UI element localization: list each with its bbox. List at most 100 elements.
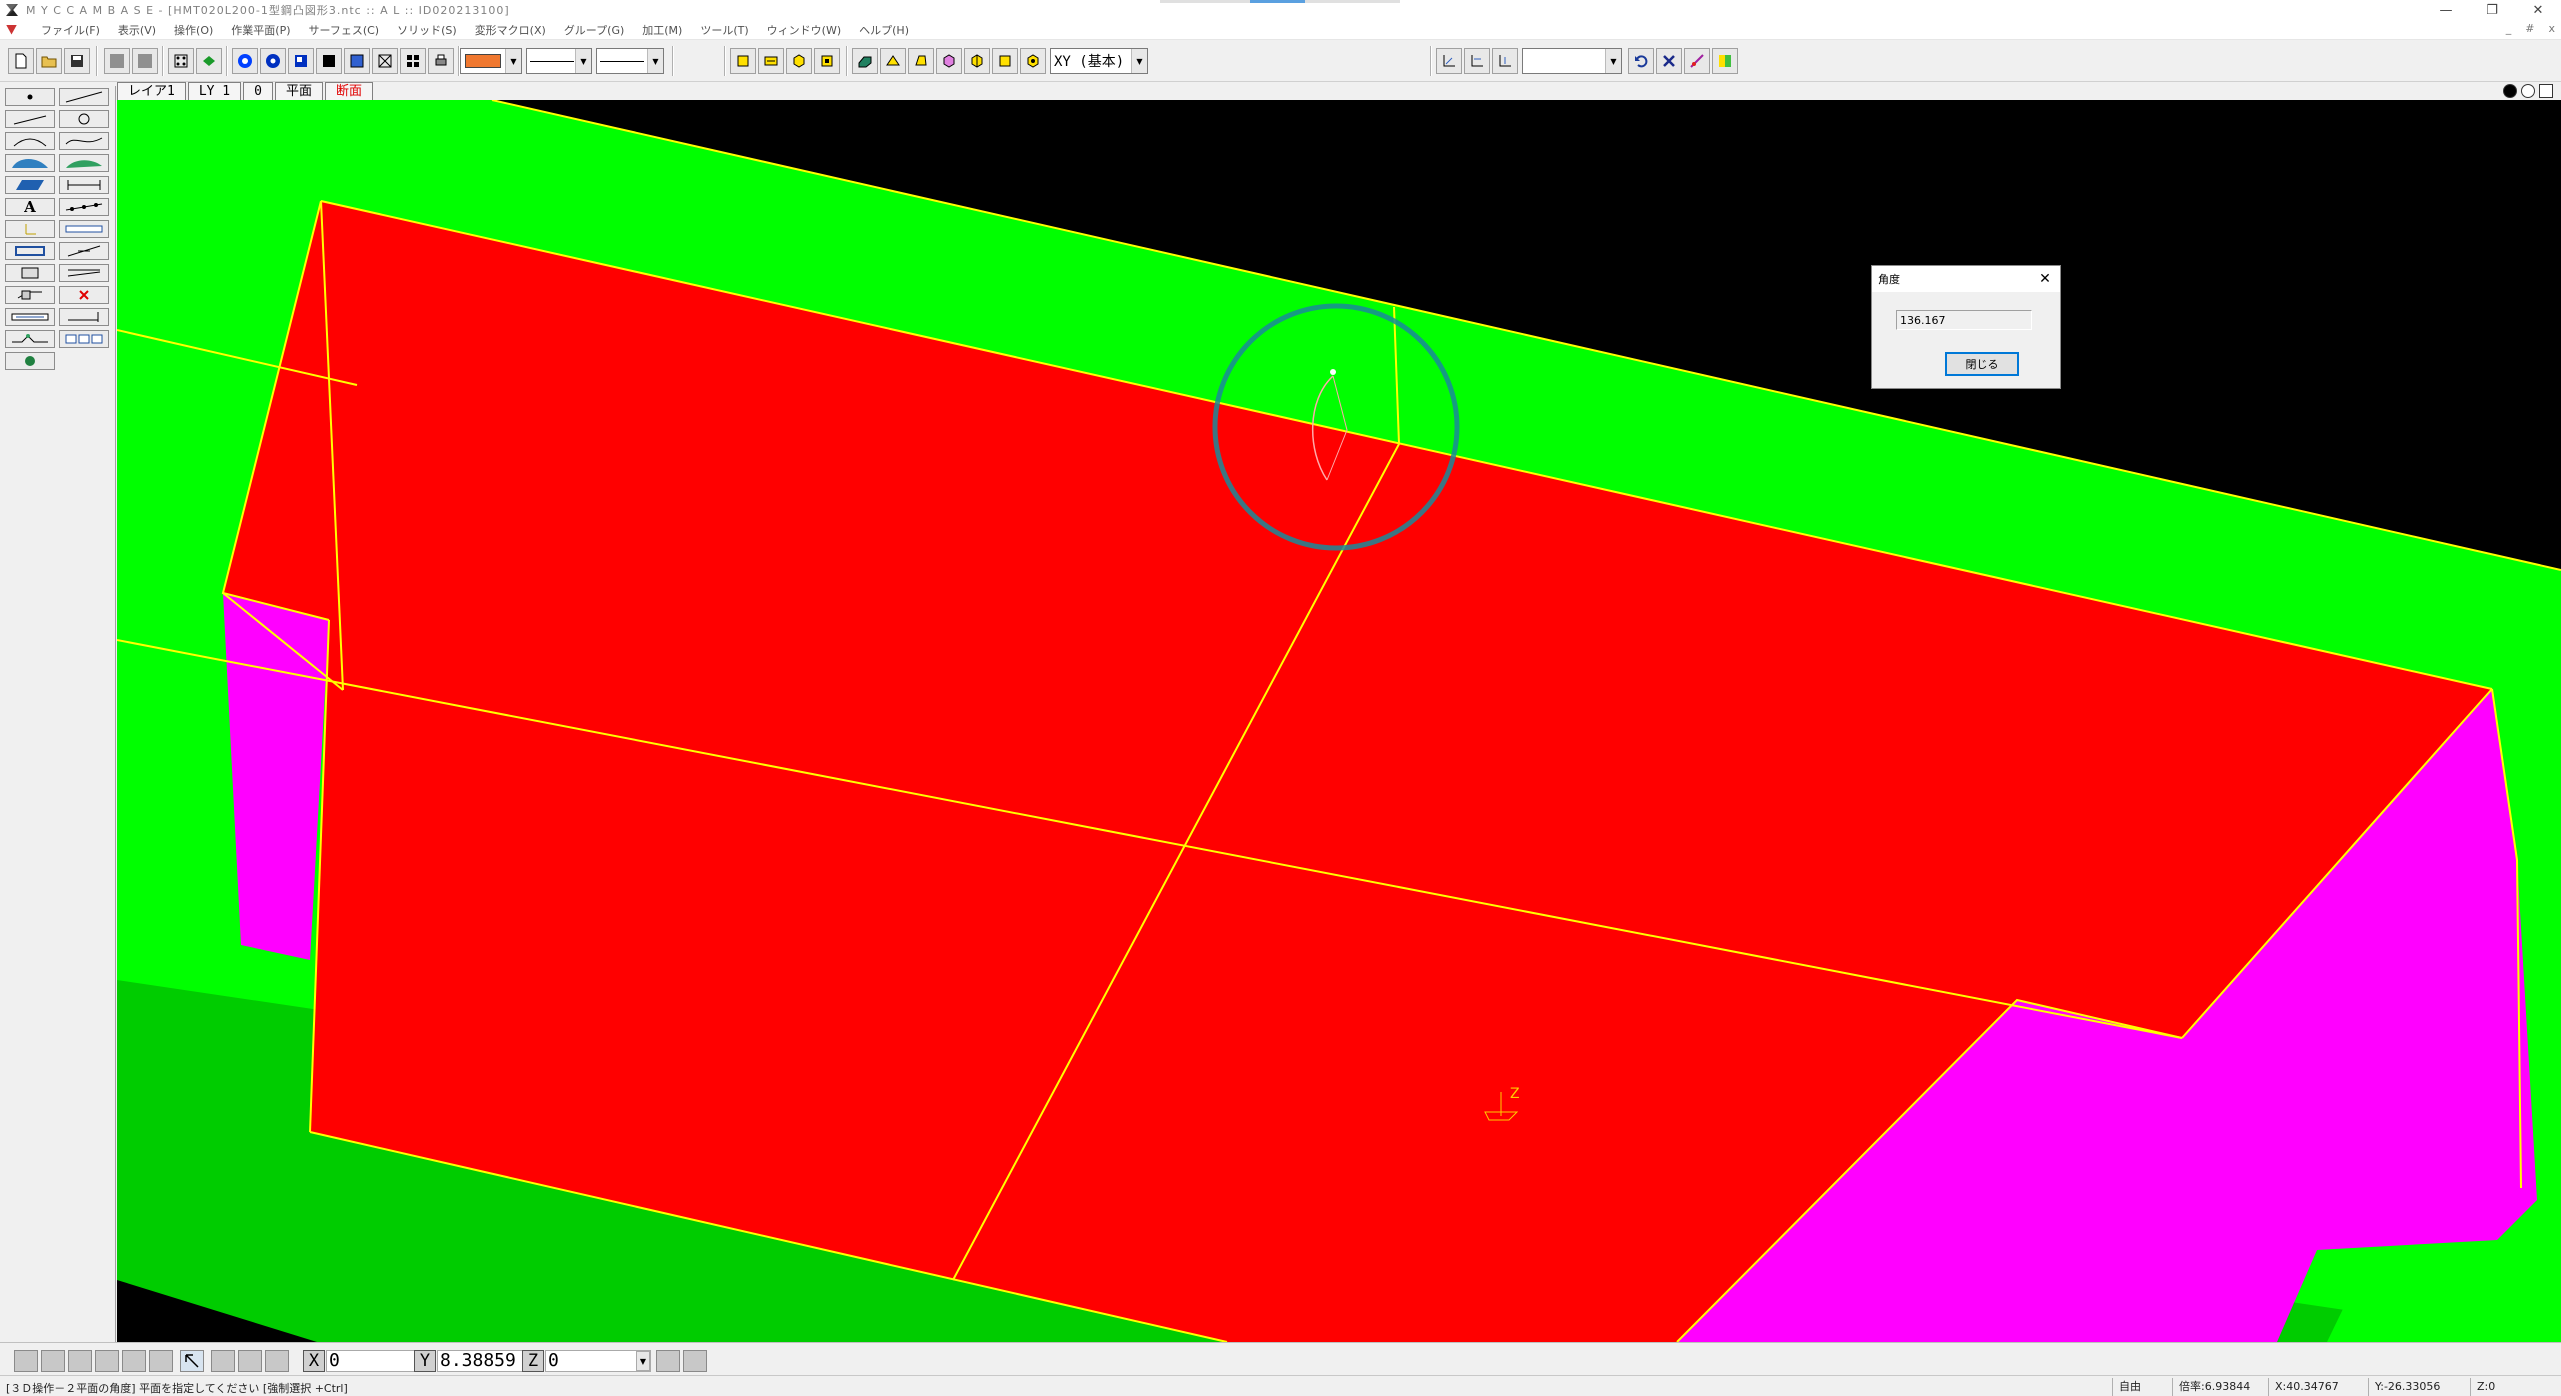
solid-6-button[interactable] bbox=[992, 48, 1018, 74]
dialog-close-button[interactable]: 閉じる bbox=[1945, 352, 2019, 376]
text-tool[interactable]: A bbox=[5, 198, 55, 216]
solid-4-button[interactable] bbox=[936, 48, 962, 74]
view-square-icon[interactable] bbox=[2539, 84, 2553, 98]
save-button[interactable] bbox=[64, 48, 90, 74]
align-tool[interactable] bbox=[59, 308, 109, 326]
move-tool[interactable] bbox=[5, 264, 55, 282]
chain-tool[interactable] bbox=[59, 198, 109, 216]
matrix-button[interactable] bbox=[400, 48, 426, 74]
axis-1-button[interactable] bbox=[1436, 48, 1462, 74]
menu-work-plane[interactable]: 作業平面(P) bbox=[222, 22, 299, 38]
erase-tool[interactable] bbox=[59, 286, 109, 304]
render-tool[interactable] bbox=[5, 352, 55, 370]
trim-tool[interactable] bbox=[59, 242, 109, 260]
line-type-select[interactable]: ▼ bbox=[526, 48, 592, 74]
print-button[interactable] bbox=[428, 48, 454, 74]
menu-surface[interactable]: サーフェス(C) bbox=[300, 22, 389, 38]
restore-button[interactable]: ❐ bbox=[2469, 0, 2515, 20]
snap-5-button[interactable] bbox=[122, 1350, 146, 1372]
mdi-close-button[interactable]: x bbox=[2548, 22, 2555, 35]
angle-value-field[interactable]: 136.167 bbox=[1896, 310, 2032, 330]
coord-apply-button[interactable] bbox=[656, 1350, 680, 1372]
tab-plane[interactable]: 平面 bbox=[274, 82, 323, 100]
menu-group[interactable]: グループ(G) bbox=[555, 22, 633, 38]
hatch-tool[interactable] bbox=[5, 220, 55, 238]
model-canvas[interactable]: Z bbox=[117, 100, 2561, 1342]
offset-tool[interactable] bbox=[59, 264, 109, 282]
minimize-button[interactable]: — bbox=[2423, 0, 2469, 20]
solid-2-button[interactable] bbox=[880, 48, 906, 74]
circle-tool[interactable] bbox=[59, 110, 109, 128]
undo-button[interactable] bbox=[1628, 48, 1654, 74]
plane-1-button[interactable] bbox=[730, 48, 756, 74]
menu-deform-macro[interactable]: 変形マクロ(X) bbox=[466, 22, 555, 38]
copy-tool[interactable] bbox=[5, 286, 55, 304]
snap-4-button[interactable] bbox=[95, 1350, 119, 1372]
coord-reset-button[interactable] bbox=[683, 1350, 707, 1372]
point-tool[interactable] bbox=[5, 88, 55, 106]
menu-help[interactable]: ヘルプ(H) bbox=[850, 22, 918, 38]
polyline-tool[interactable] bbox=[5, 110, 55, 128]
cad-viewport[interactable]: Z bbox=[117, 100, 2561, 1342]
menu-machining[interactable]: 加工(M) bbox=[633, 22, 691, 38]
gray-tool-1-button[interactable] bbox=[104, 48, 130, 74]
solid-1-button[interactable] bbox=[852, 48, 878, 74]
mdi-minimize-button[interactable]: _ bbox=[2506, 22, 2512, 35]
menu-solid[interactable]: ソリッド(S) bbox=[388, 22, 466, 38]
x-coord-input[interactable]: 0 bbox=[326, 1350, 416, 1372]
frame-tool[interactable] bbox=[5, 242, 55, 260]
y-coord-input[interactable]: 8.38859 bbox=[437, 1350, 523, 1372]
ruler-tool[interactable] bbox=[59, 220, 109, 238]
menu-tools[interactable]: ツール(T) bbox=[691, 22, 757, 38]
solid-7-button[interactable] bbox=[1020, 48, 1046, 74]
shade-blue-1-button[interactable] bbox=[232, 48, 258, 74]
shade-blue-2-button[interactable] bbox=[260, 48, 286, 74]
solid-5-button[interactable] bbox=[964, 48, 990, 74]
spline-tool[interactable] bbox=[59, 132, 109, 150]
snap-8-button[interactable] bbox=[238, 1350, 262, 1372]
tab-section[interactable]: 断面 bbox=[324, 82, 373, 100]
axis-3-button[interactable] bbox=[1492, 48, 1518, 74]
new-file-button[interactable] bbox=[8, 48, 34, 74]
snap-2-button[interactable] bbox=[41, 1350, 65, 1372]
mirror-tool[interactable] bbox=[5, 330, 55, 348]
hidden-line-button[interactable] bbox=[372, 48, 398, 74]
snap-9-button[interactable] bbox=[265, 1350, 289, 1372]
dimension-tool[interactable] bbox=[59, 176, 109, 194]
snap-6-button[interactable] bbox=[149, 1350, 173, 1372]
array-tool[interactable] bbox=[59, 330, 109, 348]
tab-layer[interactable]: レイア1 bbox=[117, 82, 186, 100]
dialog-close-icon[interactable]: ✕ bbox=[2034, 269, 2056, 289]
plane-tool[interactable] bbox=[5, 176, 55, 194]
tab-ly1[interactable]: LY 1 bbox=[187, 82, 242, 100]
solid-3-button[interactable] bbox=[908, 48, 934, 74]
axis-2-button[interactable] bbox=[1464, 48, 1490, 74]
line-tool[interactable] bbox=[59, 88, 109, 106]
menu-file[interactable]: ファイル(F) bbox=[32, 22, 109, 38]
line-width-select[interactable]: ▼ bbox=[596, 48, 664, 74]
plane-4-button[interactable] bbox=[814, 48, 840, 74]
grid-snap-button[interactable] bbox=[168, 48, 194, 74]
stretch-tool[interactable] bbox=[5, 308, 55, 326]
snap-3-button[interactable] bbox=[68, 1350, 92, 1372]
gray-tool-2-button[interactable] bbox=[132, 48, 158, 74]
close-button[interactable]: ✕ bbox=[2515, 0, 2561, 20]
menu-operation[interactable]: 操作(O) bbox=[165, 22, 222, 38]
plane-2-button[interactable] bbox=[758, 48, 784, 74]
color-palette-button[interactable] bbox=[1712, 48, 1738, 74]
snap-7-button[interactable] bbox=[211, 1350, 235, 1372]
tab-zero[interactable]: 0 bbox=[243, 82, 273, 100]
menu-window[interactable]: ウィンドウ(W) bbox=[758, 22, 850, 38]
plane-3-button[interactable] bbox=[786, 48, 812, 74]
surface-2-tool[interactable] bbox=[59, 154, 109, 172]
chevron-down-icon[interactable]: ▼ bbox=[636, 1351, 650, 1371]
color-select[interactable]: ▼ bbox=[460, 48, 522, 74]
menu-view[interactable]: 表示(V) bbox=[109, 22, 165, 38]
view-filled-circle-icon[interactable] bbox=[2503, 84, 2517, 98]
plane-select[interactable]: XY (基本) ▼ bbox=[1050, 48, 1148, 74]
measure-button[interactable] bbox=[1684, 48, 1710, 74]
view-circle-icon[interactable] bbox=[2521, 84, 2535, 98]
snap-1-button[interactable] bbox=[14, 1350, 38, 1372]
snap-free-button[interactable] bbox=[180, 1350, 204, 1372]
shade-black-button[interactable] bbox=[316, 48, 342, 74]
